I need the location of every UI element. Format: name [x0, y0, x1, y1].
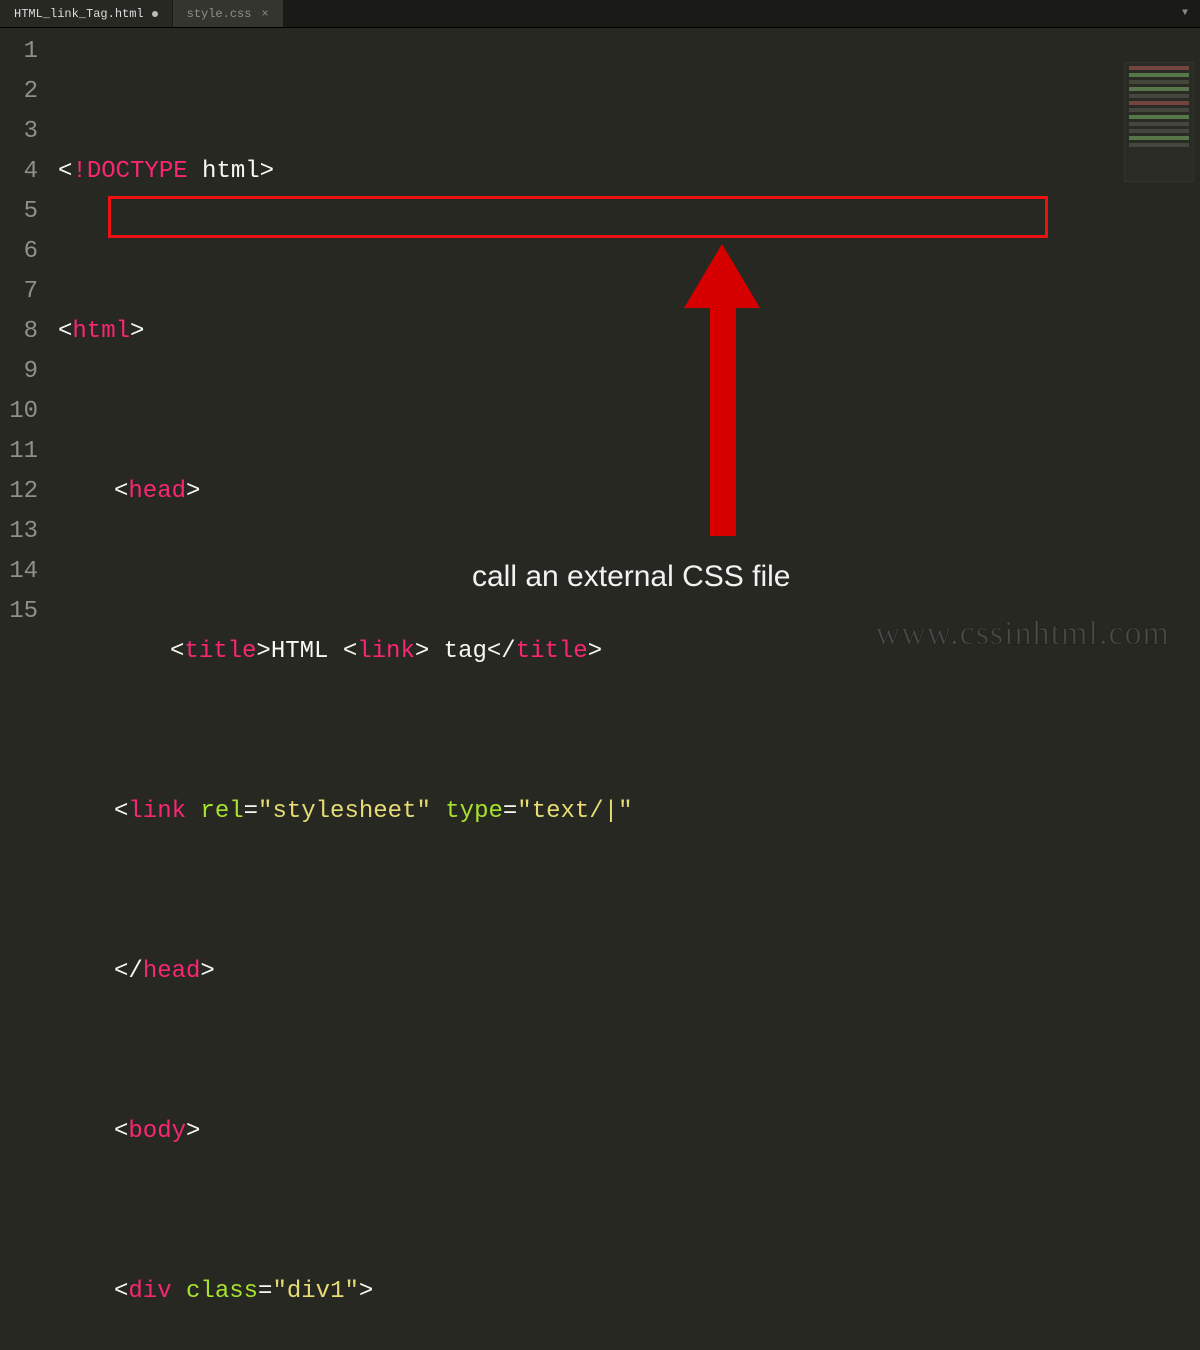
line-number: 5 [0, 192, 38, 232]
tab-bar: HTML_link_Tag.html style.css × ▼ [0, 0, 1200, 28]
line-number: 12 [0, 472, 38, 512]
code-line: <!DOCTYPE html> [58, 152, 1200, 192]
line-number: 11 [0, 432, 38, 472]
dirty-indicator-icon [152, 11, 158, 17]
line-number: 15 [0, 592, 38, 632]
tab-label: HTML_link_Tag.html [14, 7, 144, 21]
code-line: <div class="div1"> [58, 1272, 1200, 1312]
line-number: 8 [0, 312, 38, 352]
line-number: 13 [0, 512, 38, 552]
line-number: 10 [0, 392, 38, 432]
code-line: <body> [58, 1112, 1200, 1152]
chevron-down-icon[interactable]: ▼ [1170, 0, 1200, 27]
code-line: </head> [58, 952, 1200, 992]
tab-label: style.css [187, 7, 252, 21]
tab-style-css[interactable]: style.css × [173, 0, 284, 27]
tab-html-link-tag[interactable]: HTML_link_Tag.html [0, 0, 173, 27]
close-icon[interactable]: × [261, 7, 268, 21]
line-number: 6 [0, 232, 38, 272]
line-number: 9 [0, 352, 38, 392]
line-number: 4 [0, 152, 38, 192]
line-number: 1 [0, 32, 38, 72]
line-number: 3 [0, 112, 38, 152]
watermark-text: www.cssinhtml.com [876, 615, 1170, 653]
code-line: <link rel="stylesheet" type="text/|" [58, 792, 1200, 832]
line-number-gutter: 1 2 3 4 5 6 7 8 9 10 11 12 13 14 15 [0, 28, 48, 675]
code-line: <head> [58, 472, 1200, 512]
line-number: 2 [0, 72, 38, 112]
line-number: 7 [0, 272, 38, 312]
line-number: 14 [0, 552, 38, 592]
minimap[interactable] [1124, 62, 1194, 182]
annotation-text: call an external CSS file [472, 560, 791, 594]
code-line: <html> [58, 312, 1200, 352]
